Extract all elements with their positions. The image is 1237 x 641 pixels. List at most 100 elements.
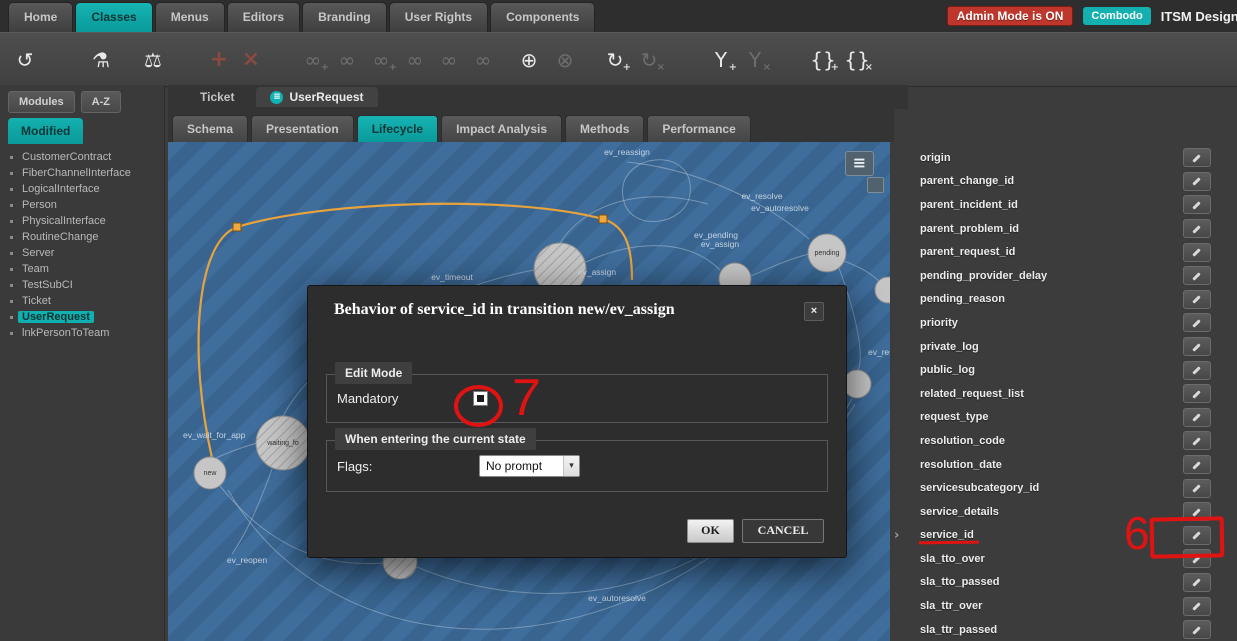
ok-button[interactable]: OK [687,519,734,543]
edit-field-button[interactable] [1183,573,1211,592]
toolbar-icon[interactable]: ⊕ [516,44,542,76]
transition-label[interactable]: ev_resolve [741,191,782,201]
transition-label[interactable]: ev_assign [578,267,617,277]
sub-tab[interactable]: Methods [565,115,644,142]
edit-field-button[interactable] [1183,243,1211,262]
class-list-item[interactable]: LogicalInterface [0,181,164,197]
toolbar-icon[interactable]: ∞ [436,44,462,76]
toolbar-icon[interactable]: ↺ [12,44,38,76]
edit-field-button[interactable] [1183,502,1211,521]
toolbar-icon[interactable]: ∞ + [300,44,326,76]
toolbar-icon[interactable]: ∞ [334,44,360,76]
field-name[interactable]: related_request_list [920,388,1024,400]
field-name[interactable]: sla_ttr_over [920,600,982,612]
toolbar-icon[interactable]: ⚖ [140,44,166,76]
field-name[interactable]: parent_problem_id [920,223,1019,235]
nav-tab[interactable]: Menus [155,2,225,32]
edit-field-button[interactable] [1183,361,1211,380]
path-handle[interactable] [233,223,241,231]
field-name[interactable]: public_log [920,364,975,376]
edit-field-button[interactable] [1183,313,1211,332]
field-name[interactable]: sla_ttr_passed [920,624,997,636]
toolbar-icon[interactable]: ∞ [470,44,496,76]
class-list-item[interactable]: Server [0,245,164,261]
toolbar-icon[interactable]: ∞ [402,44,428,76]
edit-field-button[interactable] [1183,172,1211,191]
transition-label[interactable]: ev_autoresolve [751,203,809,213]
edit-field-button[interactable] [1183,384,1211,403]
class-list-item[interactable]: UserRequest [0,309,164,325]
nav-tab[interactable]: Classes [75,2,152,32]
toolbar-icon[interactable]: ∞ + [368,44,394,76]
field-name[interactable]: service_id [920,529,974,541]
field-name[interactable]: sla_tto_over [920,553,985,565]
transition-label[interactable]: ev_resolve [868,347,890,357]
az-button[interactable]: A-Z [81,91,121,113]
diagram-options-button[interactable] [867,177,884,193]
toolbar-icon[interactable]: + [206,44,232,76]
field-name[interactable]: service_details [920,506,999,518]
edit-field-button[interactable] [1183,431,1211,450]
sub-tab[interactable]: Schema [172,115,248,142]
transition-label[interactable]: ev_wait_for_app [183,430,246,440]
field-name[interactable]: parent_request_id [920,246,1015,258]
sub-tab[interactable]: Impact Analysis [441,115,562,142]
flags-select[interactable]: No prompt ▾ [479,455,580,477]
field-name[interactable]: parent_incident_id [920,199,1018,211]
sub-tab[interactable]: Presentation [251,115,354,142]
edit-field-button[interactable] [1183,290,1211,309]
class-list-item[interactable]: RoutineChange [0,229,164,245]
class-list-item[interactable]: CustomerContract [0,149,164,165]
edit-field-button[interactable] [1183,219,1211,238]
toolbar-icon[interactable]: {} + [810,44,836,76]
toolbar-icon[interactable]: {} × [844,44,870,76]
transition-label[interactable]: ev_autoresolve [588,593,646,603]
edit-field-button[interactable] [1183,148,1211,167]
toolbar-icon[interactable]: Y × [742,44,768,76]
document-tab[interactable]: ≡ Ticket [186,87,248,107]
toolbar-icon[interactable]: ↻ + [602,44,628,76]
class-list-item[interactable]: Team [0,261,164,277]
class-list-item[interactable]: TestSubCI [0,277,164,293]
nav-tab[interactable]: Components [490,2,595,32]
edit-field-button[interactable] [1183,549,1211,568]
edit-field-button[interactable] [1183,266,1211,285]
class-list-item[interactable]: lnkPersonToTeam [0,325,164,341]
field-name[interactable]: servicesubcategory_id [920,482,1039,494]
edit-field-button[interactable] [1183,455,1211,474]
transition-label[interactable]: ev_reopen [227,555,267,565]
edit-field-button[interactable] [1183,195,1211,214]
field-name[interactable]: pending_provider_delay [920,270,1047,282]
class-list-item[interactable]: Ticket [0,293,164,309]
mandatory-checkbox[interactable] [473,391,488,406]
edit-field-button[interactable] [1183,479,1211,498]
state-node[interactable] [843,370,871,398]
field-name[interactable]: resolution_date [920,459,1002,471]
transition-label[interactable]: ev_reassign [604,147,650,157]
field-name[interactable]: parent_change_id [920,175,1014,187]
modified-tab[interactable]: Modified [8,118,83,144]
transition-label[interactable]: ev_assign [701,239,740,249]
sub-tab[interactable]: Lifecycle [357,115,438,142]
nav-tab[interactable]: Branding [302,2,387,32]
toolbar-icon[interactable]: ⚗ [88,44,114,76]
class-list-item[interactable]: Person [0,197,164,213]
nav-tab[interactable]: Editors [227,2,300,32]
cancel-button[interactable]: CANCEL [742,519,824,543]
class-list-item[interactable]: PhysicalInterface [0,213,164,229]
nav-tab[interactable]: Home [8,2,73,32]
document-tab[interactable]: ≡ UserRequest [256,87,377,107]
state-node[interactable] [875,277,890,303]
transition-label[interactable]: ev_timeout [431,272,473,282]
toolbar-icon[interactable]: × [238,44,264,76]
diagram-menu-button[interactable]: ≡ [845,151,874,176]
toolbar-icon[interactable]: ↻ × [636,44,662,76]
field-name[interactable]: origin [920,152,951,164]
edit-field-button[interactable] [1183,337,1211,356]
field-name[interactable]: priority [920,317,958,329]
nav-tab[interactable]: User Rights [389,2,488,32]
sub-tab[interactable]: Performance [647,115,750,142]
field-name[interactable]: pending_reason [920,293,1005,305]
field-name[interactable]: sla_tto_passed [920,576,999,588]
field-name[interactable]: private_log [920,341,979,353]
